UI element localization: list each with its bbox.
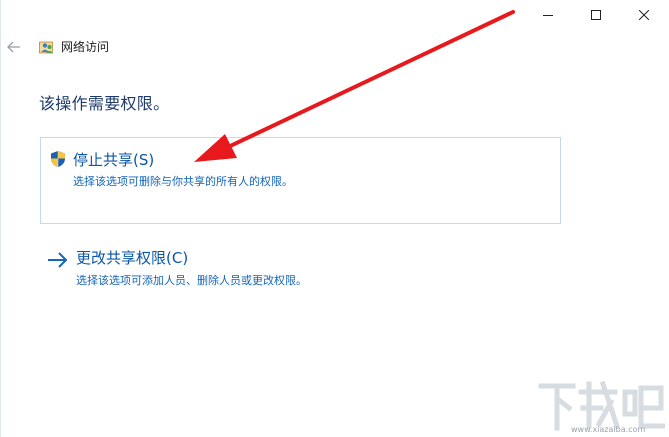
maximize-button[interactable] [573, 0, 619, 30]
window-title: 网络访问 [61, 40, 110, 54]
close-icon [639, 10, 649, 20]
network-access-window: 网络访问 该操作需要权限。 停止共享(S) 选择该选项可删除与你共享的所有人的权… [0, 0, 669, 437]
stop-sharing-option[interactable]: 停止共享(S) 选择该选项可删除与你共享的所有人的权限。 [40, 137, 561, 224]
minimize-button[interactable] [525, 0, 571, 30]
watermark-site: www.xiazaiba.com [571, 425, 646, 434]
minimize-icon [543, 15, 553, 16]
close-button[interactable] [621, 0, 667, 30]
stop-sharing-title: 停止共享(S) [73, 151, 155, 169]
change-permissions-option[interactable]: 更改共享权限(C) 选择该选项可添加人员、删除人员或更改权限。 [40, 240, 561, 296]
back-button[interactable] [5, 38, 23, 56]
change-permissions-description: 选择该选项可添加人员、删除人员或更改权限。 [76, 274, 307, 287]
maximize-icon [591, 10, 601, 20]
stop-sharing-description: 选择该选项可删除与你共享的所有人的权限。 [73, 175, 293, 188]
right-arrow-icon [48, 252, 68, 268]
change-permissions-title: 更改共享权限(C) [76, 249, 189, 267]
uac-shield-icon [51, 151, 65, 167]
page-heading: 该操作需要权限。 [39, 94, 170, 113]
back-arrow-icon [7, 41, 20, 53]
network-users-icon [39, 41, 53, 54]
